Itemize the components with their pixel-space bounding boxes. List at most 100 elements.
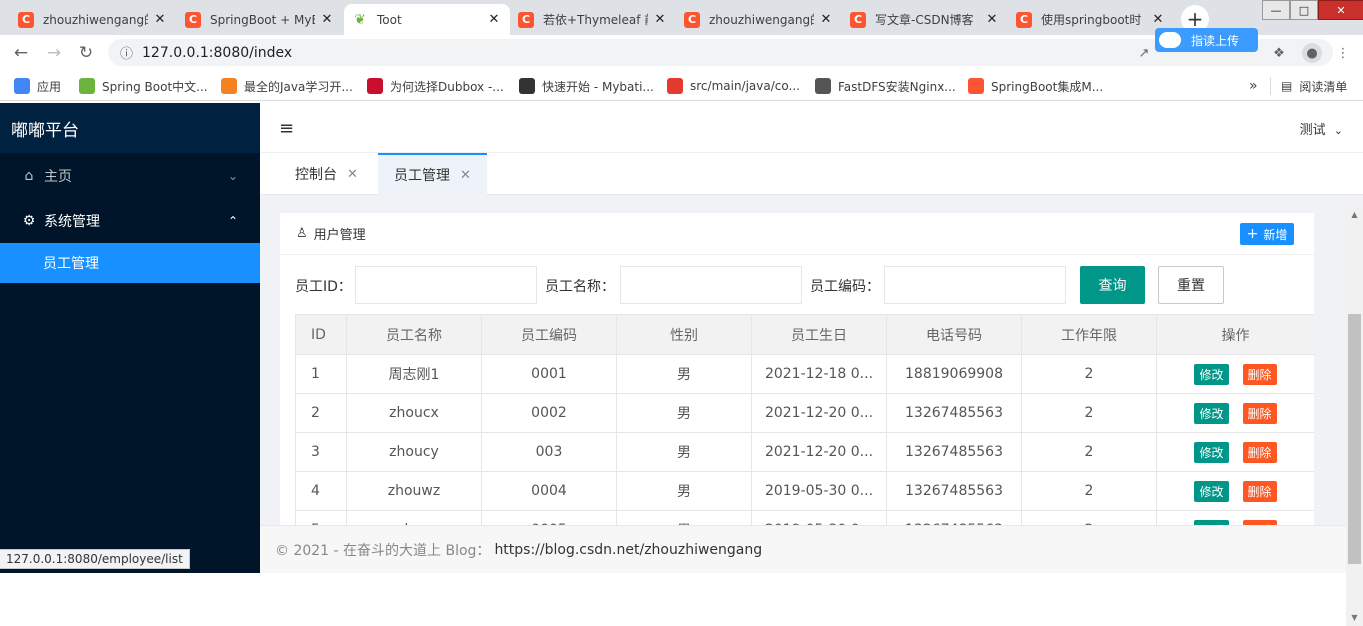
puzzle-extensions-icon[interactable]: ❖ [1270, 43, 1288, 63]
sidebar-item-label: 主页 [44, 168, 72, 185]
sidebar-item-home[interactable]: ⌂ 主页 ⌄ [0, 153, 260, 198]
site-info-icon[interactable]: ⓘ [120, 43, 133, 62]
column-header[interactable]: 电话号码 [886, 314, 1022, 355]
browser-tab[interactable]: C 若依+Thymeleaf 前 ✕ [510, 4, 676, 35]
edit-button[interactable]: 修改 [1194, 480, 1229, 502]
delete-button[interactable]: 删除 [1242, 402, 1277, 424]
table-cell-actions: 修改删除 [1156, 471, 1314, 511]
browser-tab[interactable]: C 使用springboot时 ✕ [1008, 4, 1174, 35]
employee-table: ID 员工名称 员工编码 性别 员工生日 电话号码 工作年限 操作 1 周志刚1 0… [295, 314, 1314, 525]
table-cell: 2021-12-20 0... [751, 393, 887, 433]
forward-arrow-icon[interactable]: → [43, 42, 65, 64]
edit-button[interactable]: 修改 [1194, 363, 1229, 385]
chevron-down-icon: ⌄ [1333, 124, 1343, 137]
footer-text: © 2021 - 在奋斗的大道上 Blog： [275, 542, 491, 559]
bookmark-label: 最全的Java学习开... [244, 79, 353, 94]
add-employee-button[interactable]: + 新增 [1240, 223, 1294, 245]
bookmark-item[interactable]: FastDFS安装Nginx... [815, 77, 956, 95]
close-icon[interactable]: ✕ [152, 12, 168, 27]
bookmark-favicon-icon [968, 78, 984, 94]
browser-tab[interactable]: C 写文章-CSDN博客 ✕ [842, 4, 1008, 35]
close-icon[interactable]: ✕ [652, 12, 668, 27]
chevron-down-icon: ⌄ [227, 168, 238, 183]
browser-tab[interactable]: Czhouzhiwengang的 ✕ [676, 4, 842, 35]
table-cell: 2019-05-30 0... [751, 471, 887, 511]
browser-tab[interactable]: C SpringBoot + MyB ✕ [177, 4, 343, 35]
back-arrow-icon[interactable]: ← [10, 42, 32, 64]
bookmark-item[interactable]: SpringBoot集成M... [968, 77, 1103, 95]
bookmark-item[interactable]: 应用 [14, 77, 61, 95]
query-button[interactable]: 查询 [1080, 266, 1145, 304]
share-icon[interactable]: ↗ [1135, 43, 1153, 63]
menu-fold-icon[interactable]: ≡ [279, 118, 294, 139]
close-icon[interactable]: ✕ [486, 12, 502, 27]
bookmark-item[interactable]: 最全的Java学习开... [221, 77, 353, 95]
user-menu[interactable]: 测试 ⌄ [1300, 119, 1343, 138]
window-close-icon[interactable]: ✕ [1318, 0, 1363, 20]
reload-icon[interactable]: ↻ [75, 42, 97, 64]
maximize-icon[interactable]: □ [1290, 0, 1318, 20]
column-header[interactable]: 工作年限 [1021, 314, 1157, 355]
bookmark-item[interactable]: Spring Boot中文... [79, 77, 208, 95]
column-header[interactable]: ID [295, 314, 347, 355]
browser-tab[interactable]: Czhouzhiwengang的 ✕ [10, 4, 176, 35]
close-icon[interactable]: ✕ [1150, 12, 1166, 27]
edit-button[interactable]: 修改 [1194, 441, 1229, 463]
scrollbar-thumb[interactable] [1348, 314, 1361, 564]
reading-list[interactable]: ▤ 阅读清单 [1270, 77, 1347, 95]
home-icon: ⌂ [24, 167, 34, 184]
bookmarks-more-icon[interactable]: » [1249, 77, 1258, 95]
footer-blog-link[interactable]: https://blog.csdn.net/zhouzhiwengang [494, 542, 762, 558]
table-cell: 2 [295, 393, 347, 433]
close-icon[interactable]: ✕ [319, 12, 335, 27]
column-header[interactable]: 员工名称 [346, 314, 482, 355]
browser-tab-title: SpringBoot + MyB [210, 12, 315, 27]
tab-employee[interactable]: 员工管理 ✕ [378, 153, 487, 195]
browser-tab-title: zhouzhiwengang的 [709, 13, 814, 27]
column-header[interactable]: 员工生日 [751, 314, 887, 355]
table-cell: 18819069908 [886, 354, 1022, 394]
employee-code-label: 员工编码： [810, 279, 880, 295]
bookmark-favicon-icon [221, 78, 237, 94]
employee-code-input[interactable] [884, 266, 1066, 304]
close-icon[interactable]: ✕ [818, 12, 834, 27]
sidebar-item-system[interactable]: ⚙ 系统管理 ⌃ [0, 198, 260, 243]
browser-menu-icon[interactable]: ⋮ [1334, 43, 1352, 63]
scroll-up-icon[interactable]: ▲ [1346, 206, 1363, 223]
bookmark-item[interactable]: src/main/java/co... [667, 77, 800, 95]
minimize-icon[interactable]: — [1262, 0, 1290, 20]
extension-label: 指读上传 [1191, 33, 1240, 48]
page-scrollbar[interactable]: ▲ ▼ [1346, 206, 1363, 626]
extension-upload-pill[interactable]: 指读上传 [1155, 28, 1258, 52]
bookmark-favicon-icon [667, 78, 683, 94]
delete-button[interactable]: 删除 [1242, 480, 1277, 502]
close-icon[interactable]: ✕ [460, 168, 471, 183]
browser-tab[interactable]: ❦ Toot ✕ [344, 4, 510, 35]
bookmark-item[interactable]: 为何选择Dubbox -... [367, 77, 504, 95]
profile-avatar-icon[interactable]: ● [1302, 43, 1322, 63]
employee-name-input[interactable] [620, 266, 802, 304]
table-header-row: ID 员工名称 员工编码 性别 员工生日 电话号码 工作年限 操作 [295, 314, 1314, 355]
tab-console[interactable]: 控制台 ✕ [279, 153, 374, 195]
delete-button[interactable]: 删除 [1242, 363, 1277, 385]
bookmark-favicon-icon [79, 78, 95, 94]
table-cell: 2 [1021, 432, 1157, 472]
browser-tab-title: 若依+Thymeleaf 前 [543, 13, 648, 27]
table-cell: 2021-12-20 0... [751, 432, 887, 472]
employee-id-input[interactable] [355, 266, 537, 304]
bookmark-label: 应用 [37, 79, 62, 94]
close-icon[interactable]: ✕ [984, 12, 1000, 27]
reset-button[interactable]: 重置 [1158, 266, 1224, 304]
sidebar-item-employee[interactable]: 员工管理 [0, 243, 260, 283]
page-tabs-bar: 控制台 ✕ 员工管理 ✕ [260, 153, 1363, 195]
column-header[interactable]: 性别 [616, 314, 752, 355]
table-row: 5zhou0005男2019-05-30 0...132674855632修改删… [295, 510, 1314, 525]
delete-button[interactable]: 删除 [1242, 441, 1277, 463]
employee-name-label: 员工名称： [545, 279, 615, 295]
bookmark-item[interactable]: 快速开始 - Mybati... [519, 77, 654, 95]
column-header[interactable]: 员工编码 [481, 314, 617, 355]
close-icon[interactable]: ✕ [347, 167, 358, 182]
scroll-down-icon[interactable]: ▼ [1346, 609, 1363, 626]
table-cell: 003 [481, 432, 617, 472]
edit-button[interactable]: 修改 [1194, 402, 1229, 424]
